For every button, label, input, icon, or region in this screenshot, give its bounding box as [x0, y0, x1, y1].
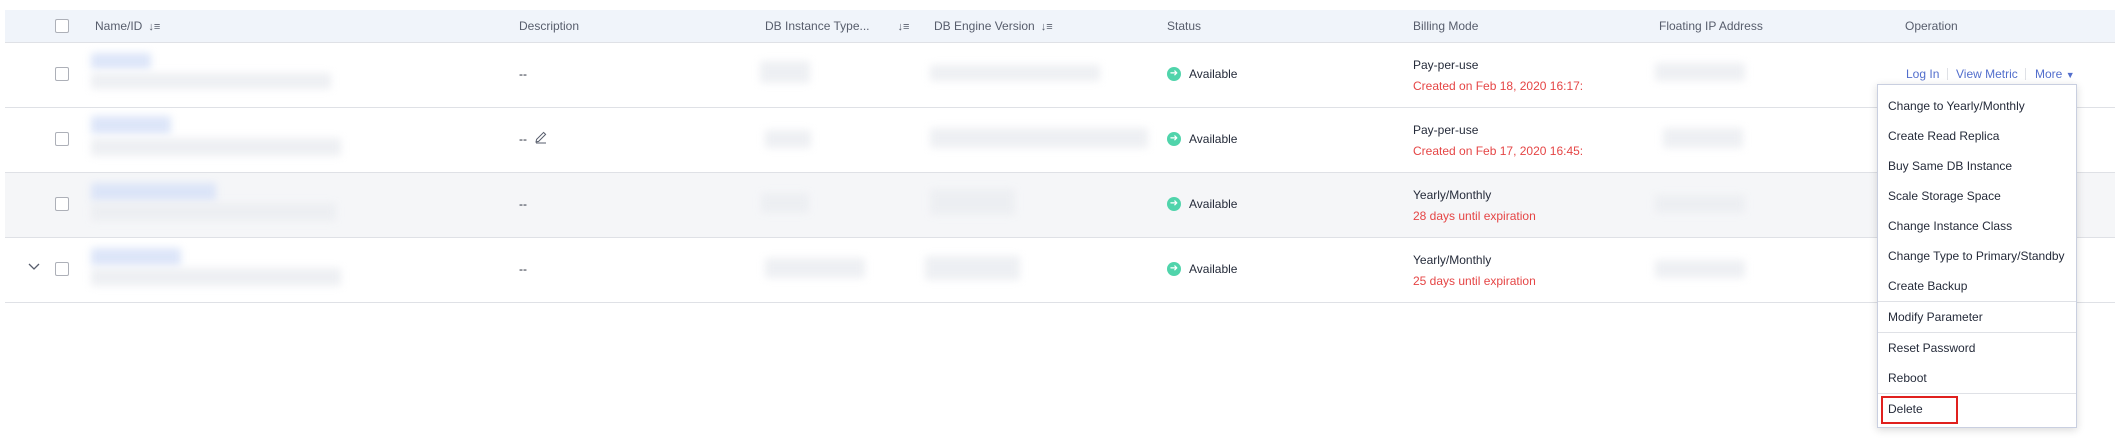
column-header-db-instance-type-label: DB Instance Type...: [765, 19, 870, 33]
table-row: -- ➜ Available Pay-per-use Created on Fe…: [5, 43, 2115, 108]
edit-icon[interactable]: [534, 130, 548, 147]
row-checkbox[interactable]: [55, 262, 69, 276]
menu-divider: [1878, 332, 2076, 333]
instance-id-redacted: [91, 73, 331, 89]
available-status-icon: ➜: [1167, 67, 1181, 81]
sort-icon[interactable]: ↓≡: [898, 11, 910, 43]
engine-version-redacted: [930, 65, 1100, 81]
menu-item-scale-storage-space[interactable]: Scale Storage Space: [1888, 189, 2001, 203]
status-text: Available: [1189, 132, 1238, 146]
floating-ip-redacted: [1655, 195, 1745, 213]
select-all-checkbox[interactable]: [55, 19, 69, 33]
row-checkbox[interactable]: [55, 132, 69, 146]
status-indicator: ➜ Available: [1167, 262, 1237, 276]
status-indicator: ➜ Available: [1167, 197, 1237, 211]
menu-divider: [1878, 393, 2076, 394]
menu-item-reboot[interactable]: Reboot: [1888, 371, 1927, 385]
instance-id-redacted: [91, 268, 341, 286]
menu-item-create-backup[interactable]: Create Backup: [1888, 279, 1967, 293]
chevron-down-icon: [28, 263, 40, 270]
table-row: -- ➜ Available Yearly/Monthly 28 days un…: [5, 173, 2115, 238]
menu-item-buy-same-db-instance[interactable]: Buy Same DB Instance: [1888, 159, 2012, 173]
column-header-db-engine-version[interactable]: DB Engine Version ↓≡: [934, 10, 1053, 42]
menu-item-modify-parameter[interactable]: Modify Parameter: [1888, 310, 1983, 324]
caret-down-icon: ▼: [2065, 70, 2075, 80]
column-header-name-id-label: Name/ID: [95, 19, 143, 33]
instance-id-redacted: [91, 203, 336, 221]
available-status-icon: ➜: [1167, 132, 1181, 146]
instance-name-redacted[interactable]: [91, 116, 171, 134]
table-row: -- ➜ Available Pay-per-use Created on Fe…: [5, 108, 2115, 173]
description-value: --: [519, 132, 527, 146]
table-row: -- ➜ Available Yearly/Monthly 25 days un…: [5, 238, 2115, 303]
billing-detail-value: Created on Feb 17, 2020 16:45:: [1413, 144, 1584, 158]
instance-type-redacted: [765, 130, 811, 148]
menu-item-change-to-yearly-monthly[interactable]: Change to Yearly/Monthly: [1888, 99, 2025, 113]
sort-icon[interactable]: ↓≡: [148, 11, 160, 43]
description-value: --: [519, 197, 527, 211]
row-checkbox[interactable]: [55, 197, 69, 211]
pencil-icon: [535, 131, 547, 144]
billing-detail-value: Created on Feb 18, 2020 16:17:: [1413, 79, 1584, 93]
engine-version-redacted: [930, 128, 1148, 148]
menu-item-change-type-primary-standby[interactable]: Change Type to Primary/Standby: [1888, 249, 2065, 263]
column-header-billing-mode: Billing Mode: [1413, 19, 1479, 33]
status-indicator: ➜ Available: [1167, 67, 1237, 81]
sort-icon[interactable]: ↓≡: [1041, 11, 1053, 43]
separator: [2025, 68, 2026, 80]
db-instance-table: Name/ID ↓≡ Description DB Instance Type..…: [5, 10, 2115, 303]
description-value: --: [519, 262, 527, 276]
menu-divider: [1878, 301, 2076, 302]
delete-highlight-box: [1881, 396, 1958, 424]
available-status-icon: ➜: [1167, 197, 1181, 211]
description-value: --: [519, 67, 527, 81]
engine-version-redacted: [925, 256, 1020, 280]
menu-item-reset-password[interactable]: Reset Password: [1888, 341, 1975, 355]
more-label: More: [2035, 67, 2063, 81]
more-dropdown-menu: Change to Yearly/Monthly Create Read Rep…: [1877, 84, 2077, 428]
row-checkbox[interactable]: [55, 67, 69, 81]
billing-mode-value: Pay-per-use: [1413, 123, 1479, 137]
menu-item-create-read-replica[interactable]: Create Read Replica: [1888, 129, 1999, 143]
instance-id-redacted: [91, 138, 341, 156]
column-header-name-id[interactable]: Name/ID ↓≡: [95, 10, 160, 42]
billing-mode-value: Pay-per-use: [1413, 58, 1479, 72]
view-metric-link[interactable]: View Metric: [1956, 67, 2018, 81]
instance-name-redacted[interactable]: [91, 183, 216, 201]
column-header-operation: Operation: [1905, 19, 1958, 33]
table-header: Name/ID ↓≡ Description DB Instance Type..…: [5, 10, 2115, 43]
instance-type-redacted: [761, 193, 809, 213]
floating-ip-redacted: [1655, 63, 1745, 81]
column-header-db-instance-type[interactable]: DB Instance Type... ↓≡: [765, 10, 909, 42]
engine-version-redacted: [930, 189, 1015, 215]
floating-ip-redacted: [1663, 128, 1743, 148]
instance-name-redacted[interactable]: [91, 53, 151, 69]
expand-chevron-icon[interactable]: [28, 260, 40, 275]
more-dropdown-button[interactable]: More ▼: [2035, 67, 2075, 81]
instance-type-redacted: [760, 61, 810, 83]
floating-ip-redacted: [1655, 260, 1745, 278]
separator: [1947, 68, 1948, 80]
column-header-floating-ip: Floating IP Address: [1659, 19, 1763, 33]
column-header-status: Status: [1167, 19, 1202, 33]
status-text: Available: [1189, 197, 1238, 211]
instance-type-redacted: [765, 258, 865, 278]
status-text: Available: [1189, 262, 1238, 276]
billing-detail-value: 25 days until expiration: [1413, 274, 1536, 288]
status-text: Available: [1189, 67, 1238, 81]
billing-mode-value: Yearly/Monthly: [1413, 188, 1492, 202]
column-header-db-engine-version-label: DB Engine Version: [934, 19, 1035, 33]
log-in-link[interactable]: Log In: [1906, 67, 1939, 81]
instance-name-redacted[interactable]: [91, 248, 181, 266]
billing-mode-value: Yearly/Monthly: [1413, 253, 1492, 267]
column-header-description: Description: [519, 19, 580, 33]
billing-detail-value: 28 days until expiration: [1413, 209, 1536, 223]
available-status-icon: ➜: [1167, 262, 1181, 276]
menu-item-change-instance-class[interactable]: Change Instance Class: [1888, 219, 2012, 233]
status-indicator: ➜ Available: [1167, 132, 1237, 146]
